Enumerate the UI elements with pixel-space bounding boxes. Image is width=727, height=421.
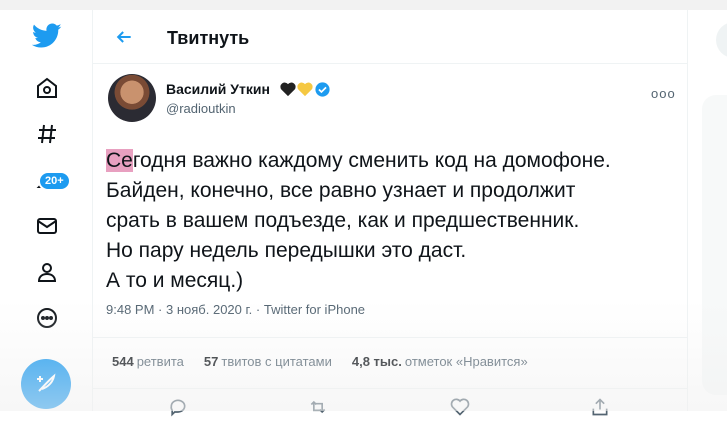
tweet-stats: 544 ретвита 57 твитов с цитатами 4,8 тыс. о… bbox=[112, 354, 528, 369]
page: 20+ Твитнуть Василий Уткин @radioutkin o… bbox=[0, 0, 727, 417]
home-icon[interactable] bbox=[25, 66, 69, 110]
yellow-heart-icon bbox=[297, 82, 313, 96]
search-box[interactable] bbox=[716, 22, 727, 58]
tweet-client[interactable]: Twitter for iPhone bbox=[264, 302, 365, 317]
quotes-stat[interactable]: 57 твитов с цитатами bbox=[204, 354, 332, 369]
left-nav: 20+ bbox=[0, 10, 92, 411]
notifications-badge: 20+ bbox=[38, 171, 71, 191]
tweet-line-rest: годня важно каждому сменить код на домоф… bbox=[132, 149, 611, 172]
twitter-logo-icon[interactable] bbox=[25, 14, 69, 58]
author-badges bbox=[280, 80, 331, 98]
back-arrow-icon[interactable] bbox=[111, 24, 137, 50]
more-options-icon[interactable]: ooo bbox=[651, 86, 676, 101]
retweets-stat[interactable]: 544 ретвита bbox=[112, 354, 184, 369]
likes-stat[interactable]: 4,8 тыс. отметок «Нравится» bbox=[352, 354, 528, 369]
more-circle-icon[interactable] bbox=[25, 296, 69, 340]
tweet-line: Сегодня важно каждому сменить код на дом… bbox=[106, 146, 676, 176]
tweet-date[interactable]: 3 нояб. 2020 г. bbox=[166, 302, 252, 317]
author-avatar[interactable] bbox=[108, 74, 156, 122]
feather-plus-icon bbox=[37, 373, 56, 392]
tweet-text: Сегодня важно каждому сменить код на дом… bbox=[106, 146, 676, 296]
top-strip bbox=[0, 0, 727, 10]
page-title: Твитнуть bbox=[167, 28, 250, 48]
like-heart-icon[interactable] bbox=[449, 396, 471, 418]
retweet-icon[interactable] bbox=[307, 396, 329, 418]
verified-badge-icon bbox=[315, 81, 330, 97]
black-heart-icon bbox=[280, 82, 296, 96]
tweet-actions bbox=[93, 396, 687, 421]
meta-separator: · bbox=[255, 302, 261, 317]
tweet-line: Но пару недель передышки это даст. bbox=[106, 239, 467, 262]
divider bbox=[93, 388, 687, 389]
tweet-line: срать в вашем подъезде, как и предшестве… bbox=[106, 209, 580, 232]
tweet-detail-column: Твитнуть Василий Уткин @radioutkin ooo С… bbox=[92, 10, 688, 417]
tweet-time[interactable]: 9:48 PM bbox=[106, 302, 154, 317]
tweet-line: Байден, конечно, все равно узнает и прод… bbox=[106, 179, 576, 202]
profile-person-icon[interactable] bbox=[25, 250, 69, 294]
tweet-line: А то и месяц.) bbox=[106, 269, 244, 292]
right-sidebar-panel bbox=[702, 95, 727, 395]
divider bbox=[93, 337, 687, 338]
text-selection-highlight: Се bbox=[106, 149, 133, 172]
explore-hashtag-icon[interactable] bbox=[25, 112, 69, 156]
author-handle[interactable]: @radioutkin bbox=[166, 101, 236, 116]
author-name[interactable]: Василий Уткин bbox=[166, 81, 270, 97]
meta-separator: · bbox=[158, 302, 163, 317]
messages-envelope-icon[interactable] bbox=[25, 204, 69, 248]
reply-icon[interactable] bbox=[167, 396, 189, 418]
compose-tweet-button[interactable] bbox=[21, 359, 71, 409]
page-header: Твитнуть bbox=[93, 10, 687, 64]
tweet-metadata: 9:48 PM · 3 нояб. 2020 г. · Twitter for … bbox=[106, 302, 365, 317]
share-icon[interactable] bbox=[589, 396, 611, 418]
